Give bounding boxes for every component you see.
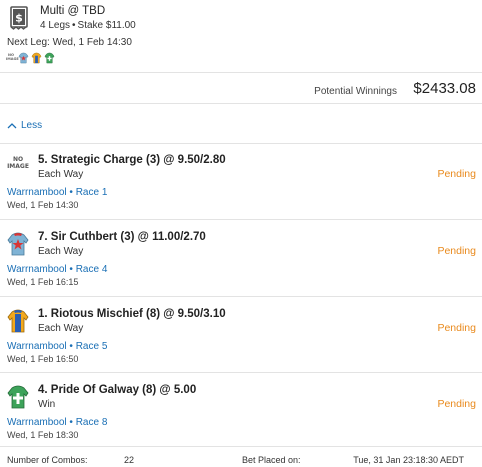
- stake-amount: Stake $11.00: [77, 20, 136, 31]
- leg-item: 7. Sir Cuthbert (3) @ 11.00/2.70 Each Wa…: [0, 231, 482, 297]
- bet-summary: 4 Legs • Stake $11.00: [40, 20, 136, 31]
- mini-silks-row: NO IMAGE: [6, 51, 55, 65]
- orange-blue-silk-icon: [7, 309, 29, 333]
- divider: [0, 296, 482, 297]
- bet-slip-icon: $: [10, 6, 28, 30]
- less-toggle-label: Less: [21, 120, 43, 131]
- bet-type: Each Way: [38, 246, 84, 257]
- race-time: Wed, 1 Feb 18:30: [7, 430, 79, 440]
- bet-type: Win: [38, 399, 56, 410]
- bet-title: Multi @ TBD: [40, 5, 106, 17]
- divider: [0, 103, 482, 104]
- legs-count: 4 Legs: [40, 20, 71, 31]
- less-toggle-button[interactable]: Less: [7, 120, 42, 131]
- potential-winnings-label: Potential Winnings: [314, 86, 397, 97]
- divider: [0, 219, 482, 220]
- race-link[interactable]: Warrnambool • Race 1: [7, 187, 107, 198]
- next-leg-label: Next Leg: Wed, 1 Feb 14:30: [7, 37, 132, 48]
- leg-item: NO IMAGE 5. Strategic Charge (3) @ 9.50/…: [0, 154, 482, 220]
- green-cross-silk-icon: [7, 385, 29, 409]
- mini-red-star-silk-icon: [18, 52, 29, 64]
- divider: [0, 446, 482, 447]
- divider: [0, 72, 482, 73]
- mini-green-cross-silk-icon: [44, 52, 55, 64]
- bet-placed-label: Bet Placed on:: [242, 455, 301, 465]
- race-time: Wed, 1 Feb 16:15: [7, 277, 79, 287]
- bet-type: Each Way: [38, 169, 84, 180]
- selection-title: 7. Sir Cuthbert (3) @ 11.00/2.70: [38, 231, 206, 243]
- status-badge: Pending: [437, 245, 476, 257]
- mini-orange-blue-silk-icon: [31, 52, 42, 64]
- status-badge: Pending: [437, 322, 476, 334]
- selection-title: 1. Riotous Mischief (8) @ 9.50/3.10: [38, 308, 226, 320]
- race-time: Wed, 1 Feb 14:30: [7, 200, 79, 210]
- separator: •: [72, 20, 76, 31]
- divider: [0, 143, 482, 144]
- selection-title: 5. Strategic Charge (3) @ 9.50/2.80: [38, 154, 226, 166]
- chevron-up-icon: [7, 122, 17, 128]
- bet-placed-value: Tue, 31 Jan 23:18:30 AEDT: [353, 455, 464, 465]
- status-badge: Pending: [437, 398, 476, 410]
- leg-item: 1. Riotous Mischief (8) @ 9.50/3.10 Each…: [0, 308, 482, 374]
- race-link[interactable]: Warrnambool • Race 4: [7, 264, 107, 275]
- status-badge: Pending: [437, 168, 476, 180]
- race-link[interactable]: Warrnambool • Race 5: [7, 341, 107, 352]
- combos-label: Number of Combos:: [7, 455, 88, 465]
- combos-value: 22: [124, 455, 135, 465]
- mini-no-image-icon: NO IMAGE: [6, 52, 19, 61]
- selection-title: 4. Pride Of Galway (8) @ 5.00: [38, 384, 197, 396]
- race-time: Wed, 1 Feb 16:50: [7, 354, 79, 364]
- bet-type: Each Way: [38, 323, 84, 334]
- divider: [0, 372, 482, 373]
- red-star-silk-icon: [7, 232, 29, 256]
- leg-item: 4. Pride Of Galway (8) @ 5.00 Win Pendin…: [0, 384, 482, 450]
- svg-text:$: $: [15, 12, 23, 25]
- race-link[interactable]: Warrnambool • Race 8: [7, 417, 107, 428]
- no-image-icon: NO IMAGE: [7, 156, 29, 170]
- potential-winnings-value: $2433.08: [413, 80, 476, 97]
- bet-header: $ Multi @ TBD 4 Legs • Stake $11.00: [6, 4, 476, 34]
